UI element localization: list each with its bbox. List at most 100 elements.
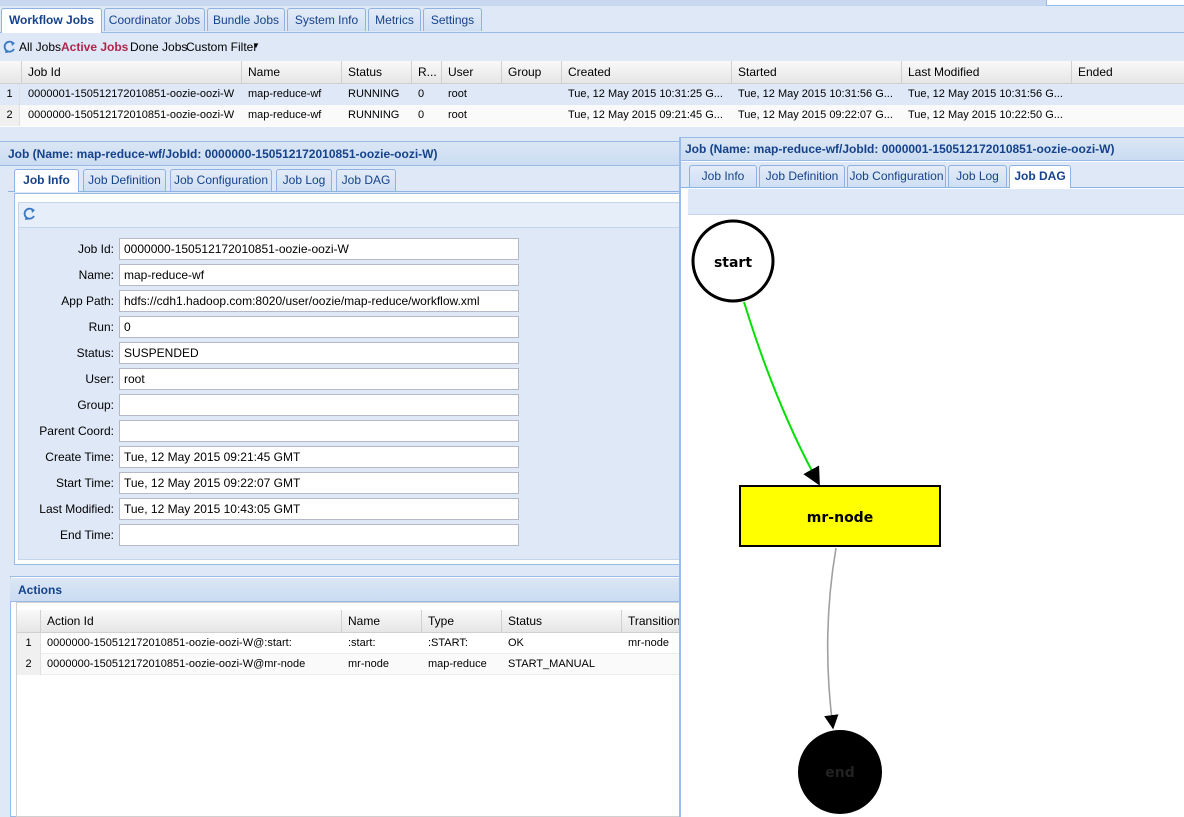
job-id-field[interactable]: 0000000-150512172010851-oozie-oozi-W: [119, 238, 519, 260]
last-modified-field[interactable]: Tue, 12 May 2015 10:43:05 GMT: [119, 498, 519, 520]
create-time-field[interactable]: Tue, 12 May 2015 09:21:45 GMT: [119, 446, 519, 468]
start-to-mr-node-edge: [743, 301, 820, 486]
done-jobs-button[interactable]: Done Jobs: [130, 40, 187, 54]
tab-job-dag[interactable]: Job DAG: [336, 169, 396, 191]
job-info-toolbar: [18, 202, 682, 228]
action-name-cell: mr-node: [348, 658, 389, 670]
job-run-cell: 0: [418, 109, 425, 121]
job-panel-left-title: Job (Name: map-reduce-wf/JobId: 0000000-…: [0, 142, 682, 166]
col-user[interactable]: User: [442, 61, 502, 84]
parent-coord-label: Parent Coord:: [39, 424, 114, 438]
refresh-icon[interactable]: [23, 207, 36, 221]
row-number: 1: [17, 633, 41, 654]
status-field[interactable]: SUSPENDED: [119, 342, 519, 364]
col-ended[interactable]: Ended: [1072, 61, 1184, 84]
status-label: Status:: [76, 346, 114, 360]
dag-node-end-label: end: [825, 765, 854, 781]
parent-coord-field[interactable]: [119, 420, 519, 442]
user-field[interactable]: root: [119, 368, 519, 390]
dag-toolbar: [688, 189, 1184, 215]
job-id-cell: 0000001-150512172010851-oozie-oozi-W: [28, 88, 235, 100]
name-field[interactable]: map-reduce-wf: [119, 264, 519, 286]
end-time-label: End Time:: [59, 528, 114, 542]
chevron-down-icon[interactable]: ▼: [252, 41, 260, 50]
refresh-icon[interactable]: [3, 40, 16, 54]
group-field[interactable]: [119, 394, 519, 416]
tab-job-log[interactable]: Job Log: [276, 169, 332, 191]
dag-node-mr-node[interactable]: mr-node: [739, 485, 941, 547]
tab-job-definition[interactable]: Job Definition: [83, 169, 166, 191]
col-job-id[interactable]: Job Id: [22, 61, 242, 84]
dag-node-start[interactable]: start: [691, 219, 775, 303]
jobs-grid-header: Job Id Name Status R... User Group Creat…: [0, 61, 1184, 84]
start-time-field[interactable]: Tue, 12 May 2015 09:22:07 GMT: [119, 472, 519, 494]
col-name[interactable]: Name: [242, 61, 342, 84]
action-status-cell: OK: [508, 637, 524, 649]
tab-job-configuration[interactable]: Job Configuration: [170, 169, 272, 191]
table-row[interactable]: 1 0000001-150512172010851-oozie-oozi-W m…: [0, 84, 1184, 105]
tab-settings[interactable]: Settings: [423, 8, 482, 31]
col-created[interactable]: Created: [562, 61, 732, 84]
job-status-cell: RUNNING: [348, 88, 400, 100]
col-action-id[interactable]: Action Id: [41, 610, 342, 633]
active-jobs-button[interactable]: Active Jobs: [61, 40, 128, 54]
action-name-cell: :start:: [348, 637, 376, 649]
job-started-cell: Tue, 12 May 2015 09:22:07 G...: [738, 109, 893, 121]
job-user-cell: root: [448, 109, 467, 121]
job-started-cell: Tue, 12 May 2015 10:31:56 G...: [738, 88, 893, 100]
table-row[interactable]: 2 0000000-150512172010851-oozie-oozi-W@m…: [17, 654, 682, 675]
tab-coordinator-jobs[interactable]: Coordinator Jobs: [104, 8, 205, 31]
col-group[interactable]: Group: [502, 61, 562, 84]
col-started[interactable]: Started: [732, 61, 902, 84]
left-job-tabs: Job Info Job Definition Job Configuratio…: [8, 166, 682, 192]
col-action-status[interactable]: Status: [502, 610, 622, 633]
action-id-cell: 0000000-150512172010851-oozie-oozi-W@:st…: [47, 637, 292, 649]
action-type-cell: map-reduce: [428, 658, 487, 670]
job-run-cell: 0: [418, 88, 425, 100]
job-panel-right-title[interactable]: Job (Name: map-reduce-wf/JobId: 0000001-…: [681, 138, 1184, 161]
last-modified-label: Last Modified:: [39, 502, 114, 516]
action-status-cell: START_MANUAL: [508, 658, 596, 670]
col-action-name[interactable]: Name: [342, 610, 422, 633]
custom-filter-button[interactable]: Custom Filter: [186, 40, 257, 54]
job-user-cell: root: [448, 88, 467, 100]
main-tab-bar: Workflow Jobs Coordinator Jobs Bundle Jo…: [0, 6, 1184, 33]
tab-system-info[interactable]: System Info: [287, 8, 366, 31]
right-job-tabs: Job Info Job Definition Job Configuratio…: [681, 162, 1184, 188]
col-status[interactable]: Status: [342, 61, 412, 84]
name-label: Name:: [78, 268, 114, 282]
run-label: Run:: [88, 320, 114, 334]
job-id-label: Job Id:: [77, 242, 114, 256]
job-last-modified-cell: Tue, 12 May 2015 10:31:56 G...: [908, 88, 1063, 100]
action-id-cell: 0000000-150512172010851-oozie-oozi-W@mr-…: [47, 658, 306, 670]
col-action-type[interactable]: Type: [422, 610, 502, 633]
action-transition-cell: [622, 654, 682, 675]
tab-job-log[interactable]: Job Log: [948, 165, 1007, 187]
table-row[interactable]: 2 0000000-150512172010851-oozie-oozi-W m…: [0, 105, 1184, 126]
user-label: User:: [85, 372, 114, 386]
end-time-field[interactable]: [119, 524, 519, 546]
job-created-cell: Tue, 12 May 2015 09:21:45 G...: [568, 109, 723, 121]
table-row[interactable]: 1 0000000-150512172010851-oozie-oozi-W@:…: [17, 633, 682, 654]
tab-job-configuration[interactable]: Job Configuration: [847, 165, 946, 187]
job-last-modified-cell: Tue, 12 May 2015 10:22:50 G...: [908, 109, 1063, 121]
tab-workflow-jobs[interactable]: Workflow Jobs: [1, 8, 102, 33]
row-number: 2: [0, 105, 20, 126]
actions-title: Actions: [10, 578, 682, 602]
tab-job-info[interactable]: Job Info: [14, 169, 79, 192]
action-type-cell: :START:: [428, 637, 468, 649]
run-field[interactable]: 0: [119, 316, 519, 338]
create-time-label: Create Time:: [45, 450, 114, 464]
tab-bundle-jobs[interactable]: Bundle Jobs: [207, 8, 285, 31]
col-last-modified[interactable]: Last Modified: [902, 61, 1072, 84]
tab-metrics[interactable]: Metrics: [368, 8, 421, 31]
dag-node-end[interactable]: end: [798, 730, 882, 814]
tab-job-info[interactable]: Job Info: [689, 165, 757, 187]
tab-job-definition[interactable]: Job Definition: [759, 165, 845, 187]
col-action-transition[interactable]: Transition: [622, 610, 682, 633]
app-path-field[interactable]: hdfs://cdh1.hadoop.com:8020/user/oozie/m…: [119, 290, 519, 312]
col-run[interactable]: R...: [412, 61, 442, 84]
tab-job-dag[interactable]: Job DAG: [1009, 165, 1071, 188]
job-name-cell: map-reduce-wf: [248, 109, 322, 121]
all-jobs-button[interactable]: All Jobs: [19, 40, 61, 54]
